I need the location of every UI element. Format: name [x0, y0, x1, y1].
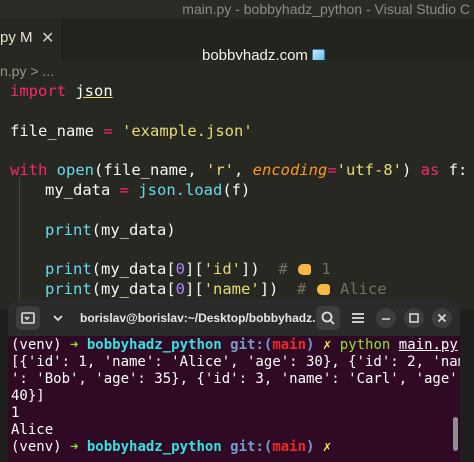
search-button[interactable]: [316, 306, 340, 330]
code-editor[interactable]: n.py > ... import json file_name = 'exam…: [0, 60, 474, 310]
close-icon: [437, 313, 447, 323]
minimize-icon: [382, 318, 390, 320]
terminal-title: borislav@borislav:~/Desktop/bobbyhadz...: [80, 311, 323, 325]
menu-button[interactable]: [346, 306, 370, 330]
terminal-output-line: [{'id': 1, 'name': 'Alice', 'age': 30}, …: [11, 354, 460, 370]
terminal-scrollbar[interactable]: [453, 417, 458, 451]
code-line-3: file_name = 'example.json': [10, 122, 253, 140]
code-line-5: with open(file_name, 'r', encoding='utf-…: [10, 161, 468, 179]
indent-guide: [19, 177, 20, 305]
close-icon[interactable]: ✕: [41, 28, 54, 48]
terminal-prompt-line: (venv) ➜ bobbyhadz_python git:(main) ✗ p…: [11, 337, 458, 353]
breadcrumb[interactable]: n.py > ...: [0, 63, 54, 79]
terminal-output-line: Alice: [11, 422, 54, 438]
tab-main-py[interactable]: py M ✕: [0, 18, 63, 60]
terminal-prompt-line: (venv) ➜ bobbyhadz_python git:(main) ✗: [11, 439, 332, 455]
terminal-output-line: ': 'Bob', 'age': 35}, {'id': 3, 'name': …: [11, 371, 460, 387]
terminal-output[interactable]: (venv) ➜ bobbyhadz_python git:(main) ✗ p…: [11, 337, 460, 456]
code-line-8: print(my_data): [45, 221, 176, 239]
terminal-window[interactable]: borislav@borislav:~/Desktop/bobbyhadz...…: [8, 300, 460, 462]
code-line-11: print(my_data[0]['name']) # Alice: [45, 280, 387, 298]
minimize-button[interactable]: [376, 308, 396, 328]
search-icon: [321, 311, 335, 325]
code-line-6: my_data = json.load(f): [45, 181, 251, 199]
terminal-output-line: 40}]: [11, 388, 45, 404]
code-line-1: import json: [10, 82, 113, 100]
code-line-10: print(my_data[0]['id']) # 1: [45, 260, 331, 278]
chevron-down-button[interactable]: [46, 306, 70, 330]
close-button[interactable]: [432, 308, 452, 328]
terminal-icon: [21, 312, 35, 324]
window-title: main.py - bobbyhadz_python - Visual Stud…: [182, 1, 470, 17]
pointing-hand-icon: [298, 264, 312, 275]
maximize-icon: [409, 313, 419, 323]
title-bar: main.py - bobbyhadz_python - Visual Stud…: [0, 0, 474, 18]
terminal-output-line: 1: [11, 405, 20, 421]
terminal-header: borislav@borislav:~/Desktop/bobbyhadz...: [8, 300, 460, 336]
new-tab-button[interactable]: [16, 306, 40, 330]
chevron-down-icon: [53, 315, 63, 322]
tab-label: py M: [0, 29, 33, 46]
pointing-hand-icon: [316, 284, 330, 295]
menu-icon: [352, 313, 364, 323]
maximize-button[interactable]: [404, 308, 424, 328]
tab-bar: py M ✕ bobbyhadz.com: [0, 18, 474, 64]
